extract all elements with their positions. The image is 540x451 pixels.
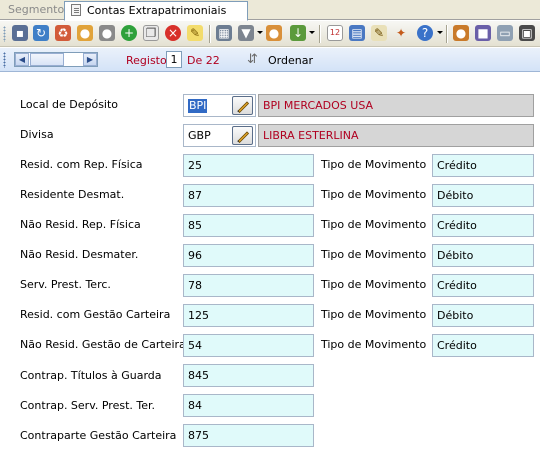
row-value-field[interactable]: 78	[183, 274, 314, 297]
row-value-field[interactable]: 54	[183, 334, 314, 357]
scroller-thumb[interactable]	[30, 53, 64, 66]
row-label: Não Resid. Gestão de Carteira	[20, 338, 186, 351]
tipo-movimento-field[interactable]: Crédito	[432, 154, 534, 177]
row-label: Residente Desmat.	[20, 188, 125, 201]
divisa-label: Divisa	[20, 128, 54, 141]
tipo-movimento-label: Tipo de Movimento	[321, 278, 427, 291]
local-deposito-description: BPI MERCADOS USA	[258, 94, 534, 117]
row-label: Resid. com Rep. Física	[20, 158, 143, 171]
contrap-serv-field[interactable]: 84	[183, 394, 314, 417]
copy-icon[interactable]: ❐	[143, 25, 159, 41]
tipo-movimento-label: Tipo de Movimento	[321, 188, 427, 201]
navbar-grip[interactable]	[3, 52, 6, 68]
contrap-titulos-field[interactable]: 845	[183, 364, 314, 387]
toolbar-grip[interactable]	[3, 26, 6, 42]
add-icon[interactable]: +	[121, 25, 137, 41]
recycle-icon[interactable]: ♻	[55, 25, 71, 41]
filter-dropdown-icon[interactable]	[257, 31, 263, 34]
row-value-field[interactable]: 87	[183, 184, 314, 207]
row-label: Não Resid. Desmater.	[20, 248, 139, 261]
tipo-movimento-field[interactable]: Crédito	[432, 334, 534, 357]
contrap-serv-label: Contrap. Serv. Prest. Ter.	[20, 399, 156, 412]
row-label: Serv. Prest. Terc.	[20, 278, 111, 291]
tipo-movimento-label: Tipo de Movimento	[321, 218, 427, 231]
tab-bar: Segmento Contas Extrapatrimoniais (v1.0)	[0, 0, 540, 35]
row-value-field[interactable]: 125	[183, 304, 314, 327]
record-navigation-bar: ◀ ▶ Registo 1 De 22 ⇵ Ordenar	[0, 48, 540, 72]
download-icon[interactable]: ↓	[290, 25, 306, 41]
help-dropdown-icon[interactable]	[437, 31, 443, 34]
help-icon[interactable]: ?	[417, 25, 433, 41]
delete-icon[interactable]: ×	[165, 25, 181, 41]
registo-input[interactable]: 1	[166, 51, 182, 68]
contraparte-gestao-label: Contraparte Gestão Carteira	[20, 429, 177, 442]
person-icon[interactable]: ●	[266, 25, 282, 41]
local-deposito-picker-button[interactable]	[232, 96, 253, 115]
grid-icon[interactable]: ▤	[349, 25, 365, 41]
toolbar-separator	[446, 25, 447, 43]
toolbar-separator	[209, 25, 210, 43]
window-icon[interactable]: ▭	[497, 25, 513, 41]
row-value-field[interactable]: 25	[183, 154, 314, 177]
ordenar-button[interactable]: Ordenar	[268, 54, 313, 67]
calendar-icon[interactable]: 12	[327, 25, 343, 41]
chevron-left-icon[interactable]: ◀	[15, 53, 29, 66]
local-deposito-code: BPI	[188, 99, 208, 113]
box-icon[interactable]: ■	[475, 25, 491, 41]
document-icon	[71, 4, 81, 16]
tipo-movimento-field[interactable]: Débito	[432, 304, 534, 327]
tipo-movimento-field[interactable]: Crédito	[432, 274, 534, 297]
refresh-icon[interactable]: ↻	[33, 25, 49, 41]
divisa-description: LIBRA ESTERLINA	[258, 124, 534, 147]
calculator-icon[interactable]: ▦	[216, 25, 232, 41]
exit-icon[interactable]: ▣	[519, 25, 535, 41]
row-label: Não Resid. Rep. Física	[20, 218, 141, 231]
tab-segmento[interactable]: Segmento	[2, 1, 70, 20]
toolbar: ▪ ↻ ♻ ● ● + ❐ × ✎ ▦ ▼ ● ↓ 12 ▤ ✎ ✦ ? ● ■…	[0, 21, 540, 47]
local-deposito-label: Local de Depósito	[20, 98, 119, 111]
filter-icon[interactable]: ▼	[238, 25, 254, 41]
pencil-icon	[236, 130, 249, 143]
tipo-movimento-field[interactable]: Crédito	[432, 214, 534, 237]
tab-contas-extrapatrimoniais[interactable]: Contas Extrapatrimoniais (v1.0)	[64, 1, 248, 35]
divisa-picker-button[interactable]	[232, 126, 253, 145]
save-icon[interactable]: ▪	[12, 25, 28, 41]
user-group-icon[interactable]: ●	[99, 25, 115, 41]
tipo-movimento-field[interactable]: Débito	[432, 184, 534, 207]
toolbar-separator	[319, 25, 320, 43]
row-label: Resid. com Gestão Carteira	[20, 308, 171, 321]
note-icon[interactable]: ✎	[187, 25, 203, 41]
group-icon[interactable]: ●	[453, 25, 469, 41]
tipo-movimento-label: Tipo de Movimento	[321, 308, 427, 321]
download-dropdown-icon[interactable]	[309, 31, 315, 34]
sort-icon[interactable]: ⇵	[247, 52, 258, 68]
registo-total: De 22	[187, 54, 220, 67]
tipo-movimento-label: Tipo de Movimento	[321, 158, 427, 171]
tipo-movimento-label: Tipo de Movimento	[321, 338, 427, 351]
registo-label: Registo	[126, 54, 167, 67]
tools-icon[interactable]: ✦	[393, 25, 409, 41]
contrap-titulos-label: Contrap. Títulos à Guarda	[20, 369, 162, 382]
tipo-movimento-label: Tipo de Movimento	[321, 248, 427, 261]
record-scroller[interactable]: ◀ ▶	[14, 52, 98, 67]
pencil-icon	[236, 100, 249, 113]
chevron-right-icon[interactable]: ▶	[83, 53, 97, 66]
contraparte-gestao-field[interactable]: 875	[183, 424, 314, 447]
tipo-movimento-field[interactable]: Débito	[432, 244, 534, 267]
users-icon[interactable]: ●	[77, 25, 93, 41]
row-value-field[interactable]: 96	[183, 244, 314, 267]
edit-icon[interactable]: ✎	[371, 25, 387, 41]
row-value-field[interactable]: 85	[183, 214, 314, 237]
